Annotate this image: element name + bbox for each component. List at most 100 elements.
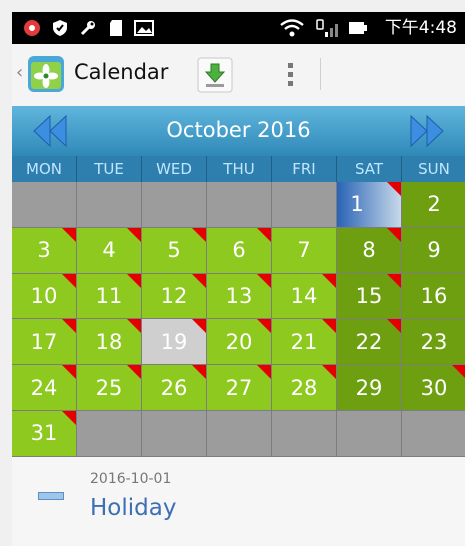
day-cell[interactable]: 22 [337, 319, 402, 366]
event-marker-icon [257, 319, 271, 334]
weekday-label: SUN [402, 156, 465, 182]
event-color-indicator [38, 492, 64, 500]
day-number: 10 [30, 283, 58, 308]
day-cell[interactable]: 15 [337, 273, 402, 320]
empty-day-cell [337, 410, 402, 457]
empty-day-cell [402, 410, 465, 457]
event-marker-icon [62, 365, 76, 380]
day-cell[interactable]: 7 [272, 227, 337, 274]
day-cell[interactable]: 4 [77, 227, 142, 274]
day-cell[interactable]: 30 [402, 365, 465, 411]
event-marker-icon [322, 319, 336, 334]
day-cell[interactable]: 18 [77, 319, 142, 366]
day-number: 4 [102, 238, 116, 263]
day-number: 27 [225, 375, 253, 400]
day-cell[interactable]: 5 [142, 227, 207, 274]
day-cell[interactable]: 27 [207, 365, 272, 411]
empty-day-cell [272, 182, 337, 228]
day-cell[interactable]: 25 [77, 365, 142, 411]
back-chevron-icon[interactable]: ‹ [16, 62, 23, 83]
calendar-grid: 1 2 3 4 5 6 7 8 9 10 11 12 13 14 15 16 17 18 19 20 21 22 23 24 2… [12, 182, 465, 457]
day-cell[interactable]: 11 [77, 273, 142, 320]
overflow-menu-icon[interactable] [282, 58, 298, 92]
day-number: 6 [232, 238, 246, 263]
event-marker-icon [192, 319, 206, 334]
day-cell[interactable]: 28 [272, 365, 337, 411]
day-cell[interactable]: 16 [402, 273, 465, 320]
month-header: October 2016 [12, 106, 465, 156]
day-cell[interactable]: 20 [207, 319, 272, 366]
event-marker-icon [127, 227, 141, 242]
event-marker-icon [192, 273, 206, 288]
day-cell[interactable]: 24 [12, 365, 77, 411]
day-cell[interactable]: 31 [12, 410, 77, 457]
wrench-icon [78, 12, 98, 44]
day-number: 28 [290, 375, 318, 400]
day-cell[interactable]: 17 [12, 319, 77, 366]
day-number: 15 [355, 283, 383, 308]
day-number: 1 [350, 192, 364, 217]
weekday-label: TUE [77, 156, 142, 182]
day-cell[interactable]: 13 [207, 273, 272, 320]
event-marker-icon [257, 365, 271, 380]
day-number: 16 [420, 283, 448, 308]
day-cell[interactable]: 3 [12, 227, 77, 274]
event-marker-icon [192, 365, 206, 380]
day-cell[interactable]: 19 [142, 319, 207, 366]
day-cell[interactable]: 2 [402, 182, 465, 228]
day-cell[interactable]: 21 [272, 319, 337, 366]
event-marker-icon [387, 273, 401, 288]
action-bar: ‹ Calendar [12, 44, 465, 107]
day-number: 17 [30, 329, 58, 354]
event-marker-icon [257, 273, 271, 288]
day-number: 3 [37, 238, 51, 263]
day-cell[interactable]: 29 [337, 365, 402, 411]
shield-icon [50, 12, 70, 44]
day-number: 24 [30, 375, 58, 400]
day-number: 2 [427, 192, 441, 217]
status-time: 下午4:48 [384, 18, 457, 38]
weekday-label: FRI [272, 156, 337, 182]
day-cell[interactable]: 9 [402, 227, 465, 274]
day-cell[interactable]: 26 [142, 365, 207, 411]
record-icon [22, 12, 42, 44]
month-title: October 2016 [166, 118, 311, 142]
empty-day-cell [142, 182, 207, 228]
status-bar: 下午4:48 [12, 12, 465, 44]
empty-day-cell [272, 410, 337, 457]
day-number: 18 [95, 329, 123, 354]
day-number: 31 [30, 421, 58, 446]
day-number: 12 [160, 283, 188, 308]
battery-icon [347, 12, 369, 44]
day-cell[interactable]: 14 [272, 273, 337, 320]
import-button[interactable] [196, 56, 234, 94]
weekday-header: MON TUE WED THU FRI SAT SUN [12, 156, 465, 182]
event-marker-icon [387, 227, 401, 242]
day-cell[interactable]: 1 [337, 182, 402, 228]
day-number: 8 [362, 238, 376, 263]
event-list-item[interactable]: 2016-10-01 Holiday [12, 457, 465, 546]
event-marker-icon [192, 227, 206, 242]
day-cell[interactable]: 12 [142, 273, 207, 320]
empty-day-cell [77, 410, 142, 457]
day-cell[interactable]: 6 [207, 227, 272, 274]
day-cell[interactable]: 8 [337, 227, 402, 274]
event-marker-icon [62, 273, 76, 288]
event-marker-icon [127, 273, 141, 288]
event-marker-icon [257, 227, 271, 242]
day-number: 30 [420, 375, 448, 400]
signal-icon [312, 12, 340, 44]
day-cell[interactable]: 23 [402, 319, 465, 366]
day-number: 22 [355, 329, 383, 354]
sd-card-icon [106, 12, 126, 44]
empty-day-cell [142, 410, 207, 457]
day-number: 11 [95, 283, 123, 308]
app-logo-icon[interactable] [26, 54, 66, 94]
event-marker-icon [387, 182, 401, 196]
day-number: 9 [427, 238, 441, 263]
day-cell[interactable]: 10 [12, 273, 77, 320]
event-marker-icon [387, 319, 401, 334]
event-marker-icon [127, 365, 141, 380]
event-marker-icon [62, 319, 76, 334]
next-month-button[interactable] [407, 112, 447, 150]
